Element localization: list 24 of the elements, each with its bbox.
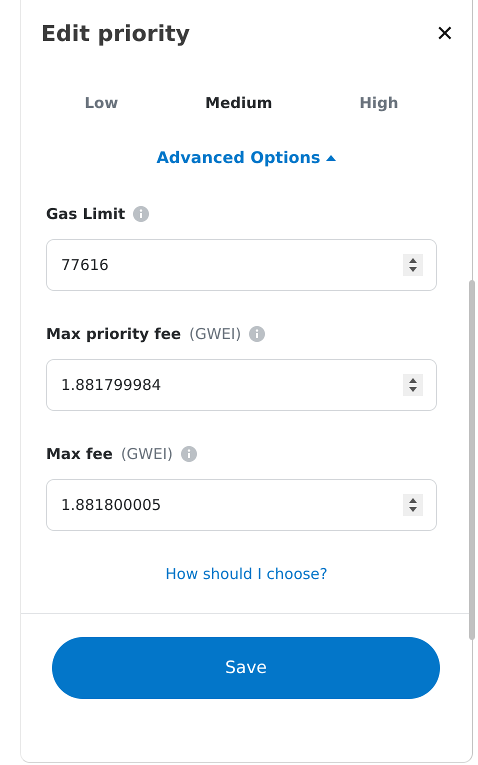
unit-label: (GWEI) bbox=[120, 445, 173, 463]
advanced-options-toggle[interactable]: Advanced Options bbox=[154, 146, 338, 169]
field-label: Max fee bbox=[46, 445, 113, 463]
info-icon bbox=[133, 206, 150, 222]
caret-icon bbox=[326, 154, 336, 160]
close-button[interactable]: ✕ bbox=[436, 22, 454, 46]
unit-label: (GWEI) bbox=[189, 325, 242, 343]
spinner-icon[interactable] bbox=[403, 494, 423, 516]
info-icon bbox=[180, 446, 197, 462]
save-button[interactable]: Save bbox=[52, 637, 440, 699]
priority-tab[interactable]: Medium bbox=[199, 90, 278, 116]
field-label: Gas Limit bbox=[46, 205, 126, 223]
number-input-field[interactable]: 1.881800005 bbox=[46, 479, 437, 531]
number-input-field[interactable]: 1.881799984 bbox=[46, 359, 437, 411]
scrollbar-thumb[interactable] bbox=[469, 280, 475, 640]
help-link[interactable]: How should I choose? bbox=[165, 565, 328, 583]
info-icon bbox=[249, 326, 266, 342]
field-label: Max priority fee bbox=[46, 325, 182, 343]
dialog-title: Edit priority bbox=[41, 22, 190, 46]
priority-tab[interactable]: High bbox=[353, 90, 404, 116]
spinner-icon[interactable] bbox=[403, 254, 423, 276]
number-input-field[interactable]: 77616 bbox=[46, 239, 437, 291]
priority-tab[interactable]: Low bbox=[78, 90, 124, 116]
spinner-icon[interactable] bbox=[403, 374, 423, 396]
